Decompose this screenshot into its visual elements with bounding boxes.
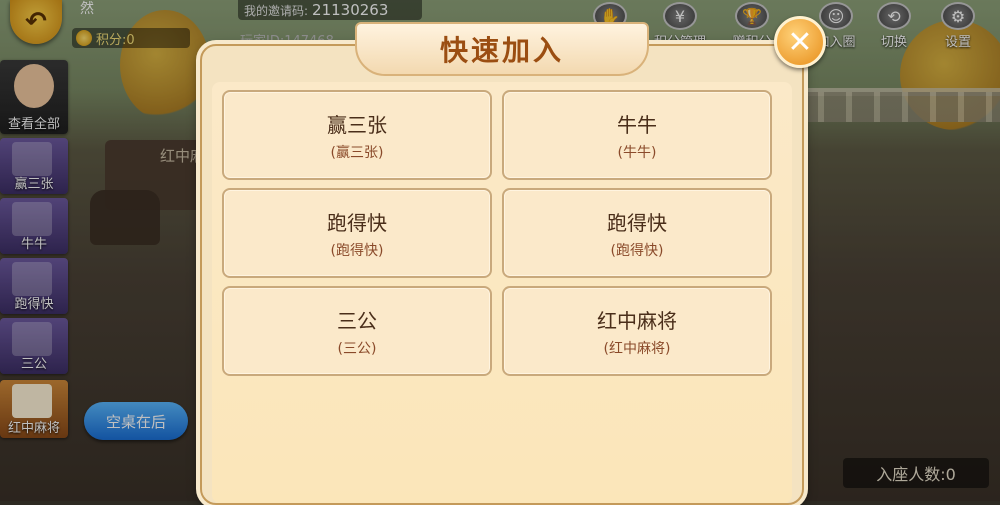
game-name: 跑得快 (607, 210, 667, 235)
quick-join-niuniu[interactable]: 牛牛 (牛牛) (502, 90, 772, 180)
game-name: 跑得快 (327, 210, 387, 235)
dialog-title: 快速加入 (439, 34, 564, 67)
game-subtitle: (跑得快) (330, 242, 384, 259)
close-button[interactable]: ✕ (774, 16, 826, 68)
quick-join-paodekuai-1[interactable]: 跑得快 (跑得快) (222, 188, 492, 278)
quick-join-mahjong[interactable]: 红中麻将 (红中麻将) (502, 286, 772, 376)
game-subtitle: (三公) (337, 340, 377, 357)
game-name: 赢三张 (327, 112, 387, 137)
game-name: 牛牛 (617, 112, 657, 137)
dialog-title-banner: 快速加入 (355, 22, 649, 76)
game-subtitle: (赢三张) (330, 144, 384, 161)
quick-join-win-three[interactable]: 赢三张 (赢三张) (222, 90, 492, 180)
close-icon: ✕ (787, 24, 813, 60)
game-subtitle: (跑得快) (610, 242, 664, 259)
game-name: 三公 (337, 308, 377, 333)
game-subtitle: (牛牛) (617, 144, 657, 161)
game-name: 红中麻将 (597, 308, 677, 333)
quick-join-paodekuai-2[interactable]: 跑得快 (跑得快) (502, 188, 772, 278)
game-subtitle: (红中麻将) (603, 340, 671, 357)
quick-join-sangong[interactable]: 三公 (三公) (222, 286, 492, 376)
